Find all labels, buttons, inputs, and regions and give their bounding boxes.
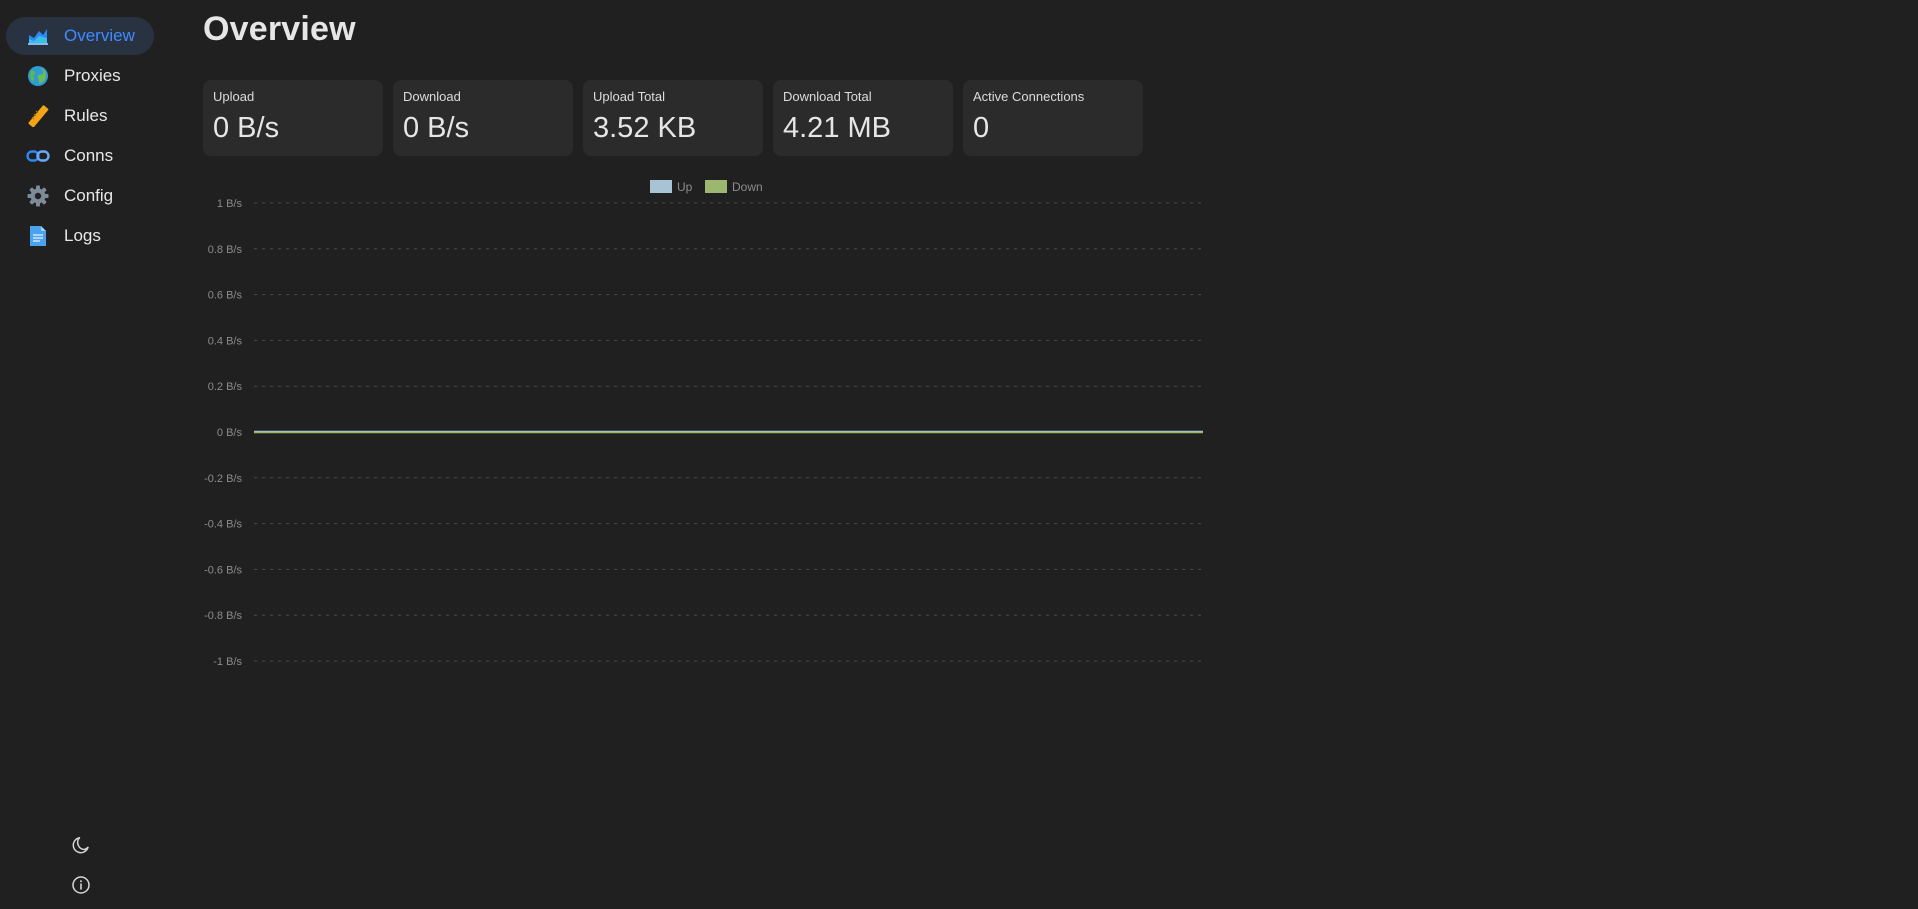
globe-icon xyxy=(26,65,50,87)
stat-card-upload-total: Upload Total 3.52 KB xyxy=(583,80,763,156)
about-button[interactable] xyxy=(70,874,92,896)
legend-label: Down xyxy=(732,180,763,194)
stat-value: 3.52 KB xyxy=(593,112,697,144)
chart-area-icon xyxy=(26,25,50,47)
link-icon xyxy=(26,145,50,167)
stat-card-active-connections: Active Connections 0 xyxy=(963,80,1143,156)
gear-icon xyxy=(26,185,50,207)
legend-swatch xyxy=(650,180,672,193)
stat-card-upload: Upload 0 B/s xyxy=(203,80,383,156)
y-tick-label: -0.6 B/s xyxy=(204,564,242,576)
stat-value: 0 xyxy=(973,112,990,144)
stat-label: Download xyxy=(403,89,461,104)
stat-label: Download Total xyxy=(783,89,872,104)
y-tick-label: -0.4 B/s xyxy=(204,519,242,531)
stat-value: 4.21 MB xyxy=(783,112,891,144)
y-tick-label: 0.8 B/s xyxy=(208,244,243,256)
y-tick-label: 0.4 B/s xyxy=(208,335,243,347)
stat-card-download: Download 0 B/s xyxy=(393,80,573,156)
sidebar-item-rules[interactable]: Rules xyxy=(6,97,154,135)
sidebar-item-label: Logs xyxy=(64,226,101,245)
document-icon xyxy=(26,225,50,247)
legend-swatch xyxy=(705,180,727,193)
y-tick-label: 0.6 B/s xyxy=(208,290,243,302)
stat-label: Active Connections xyxy=(973,89,1085,104)
stat-value: 0 B/s xyxy=(403,112,470,144)
info-icon xyxy=(71,875,91,895)
sidebar-item-label: Proxies xyxy=(64,66,121,85)
y-tick-label: 0.2 B/s xyxy=(208,381,243,393)
sidebar-item-label: Overview xyxy=(64,26,135,45)
stat-label: Upload xyxy=(213,89,255,104)
sidebar-item-config[interactable]: Config xyxy=(6,177,154,215)
ruler-icon xyxy=(26,105,50,127)
traffic-chart-svg: 1 B/s 0.8 B/s 0.6 B/s 0.4 B/s 0.2 B/s 0 B/s -0… xyxy=(204,180,1203,668)
moon-icon xyxy=(71,835,91,855)
y-tick-label: 0 B/s xyxy=(217,427,243,439)
sidebar-item-label: Conns xyxy=(64,146,114,165)
stat-value: 0 B/s xyxy=(213,112,280,144)
sidebar-item-label: Rules xyxy=(64,106,108,125)
sidebar-item-overview[interactable]: Overview xyxy=(6,17,154,55)
sidebar-item-label: Config xyxy=(64,186,114,205)
sidebar-item-logs[interactable]: Logs xyxy=(6,217,154,255)
y-tick-label: 1 B/s xyxy=(217,198,243,210)
theme-toggle-button[interactable] xyxy=(70,834,92,856)
stat-label: Upload Total xyxy=(593,89,666,104)
sidebar-item-proxies[interactable]: Proxies xyxy=(6,57,154,95)
y-tick-label: -0.8 B/s xyxy=(204,610,242,622)
y-tick-label: -1 B/s xyxy=(213,656,242,668)
stat-card-download-total: Download Total 4.21 MB xyxy=(773,80,953,156)
legend-label: Up xyxy=(677,180,693,194)
page-title: Overview xyxy=(203,10,356,48)
sidebar: Overview Proxies Rules Conns Config Logs xyxy=(0,0,160,909)
sidebar-item-conns[interactable]: Conns xyxy=(6,137,154,175)
y-tick-label: -0.2 B/s xyxy=(204,473,242,485)
traffic-chart: 1 B/s 0.8 B/s 0.6 B/s 0.4 B/s 0.2 B/s 0 B/s -0… xyxy=(195,172,1215,682)
